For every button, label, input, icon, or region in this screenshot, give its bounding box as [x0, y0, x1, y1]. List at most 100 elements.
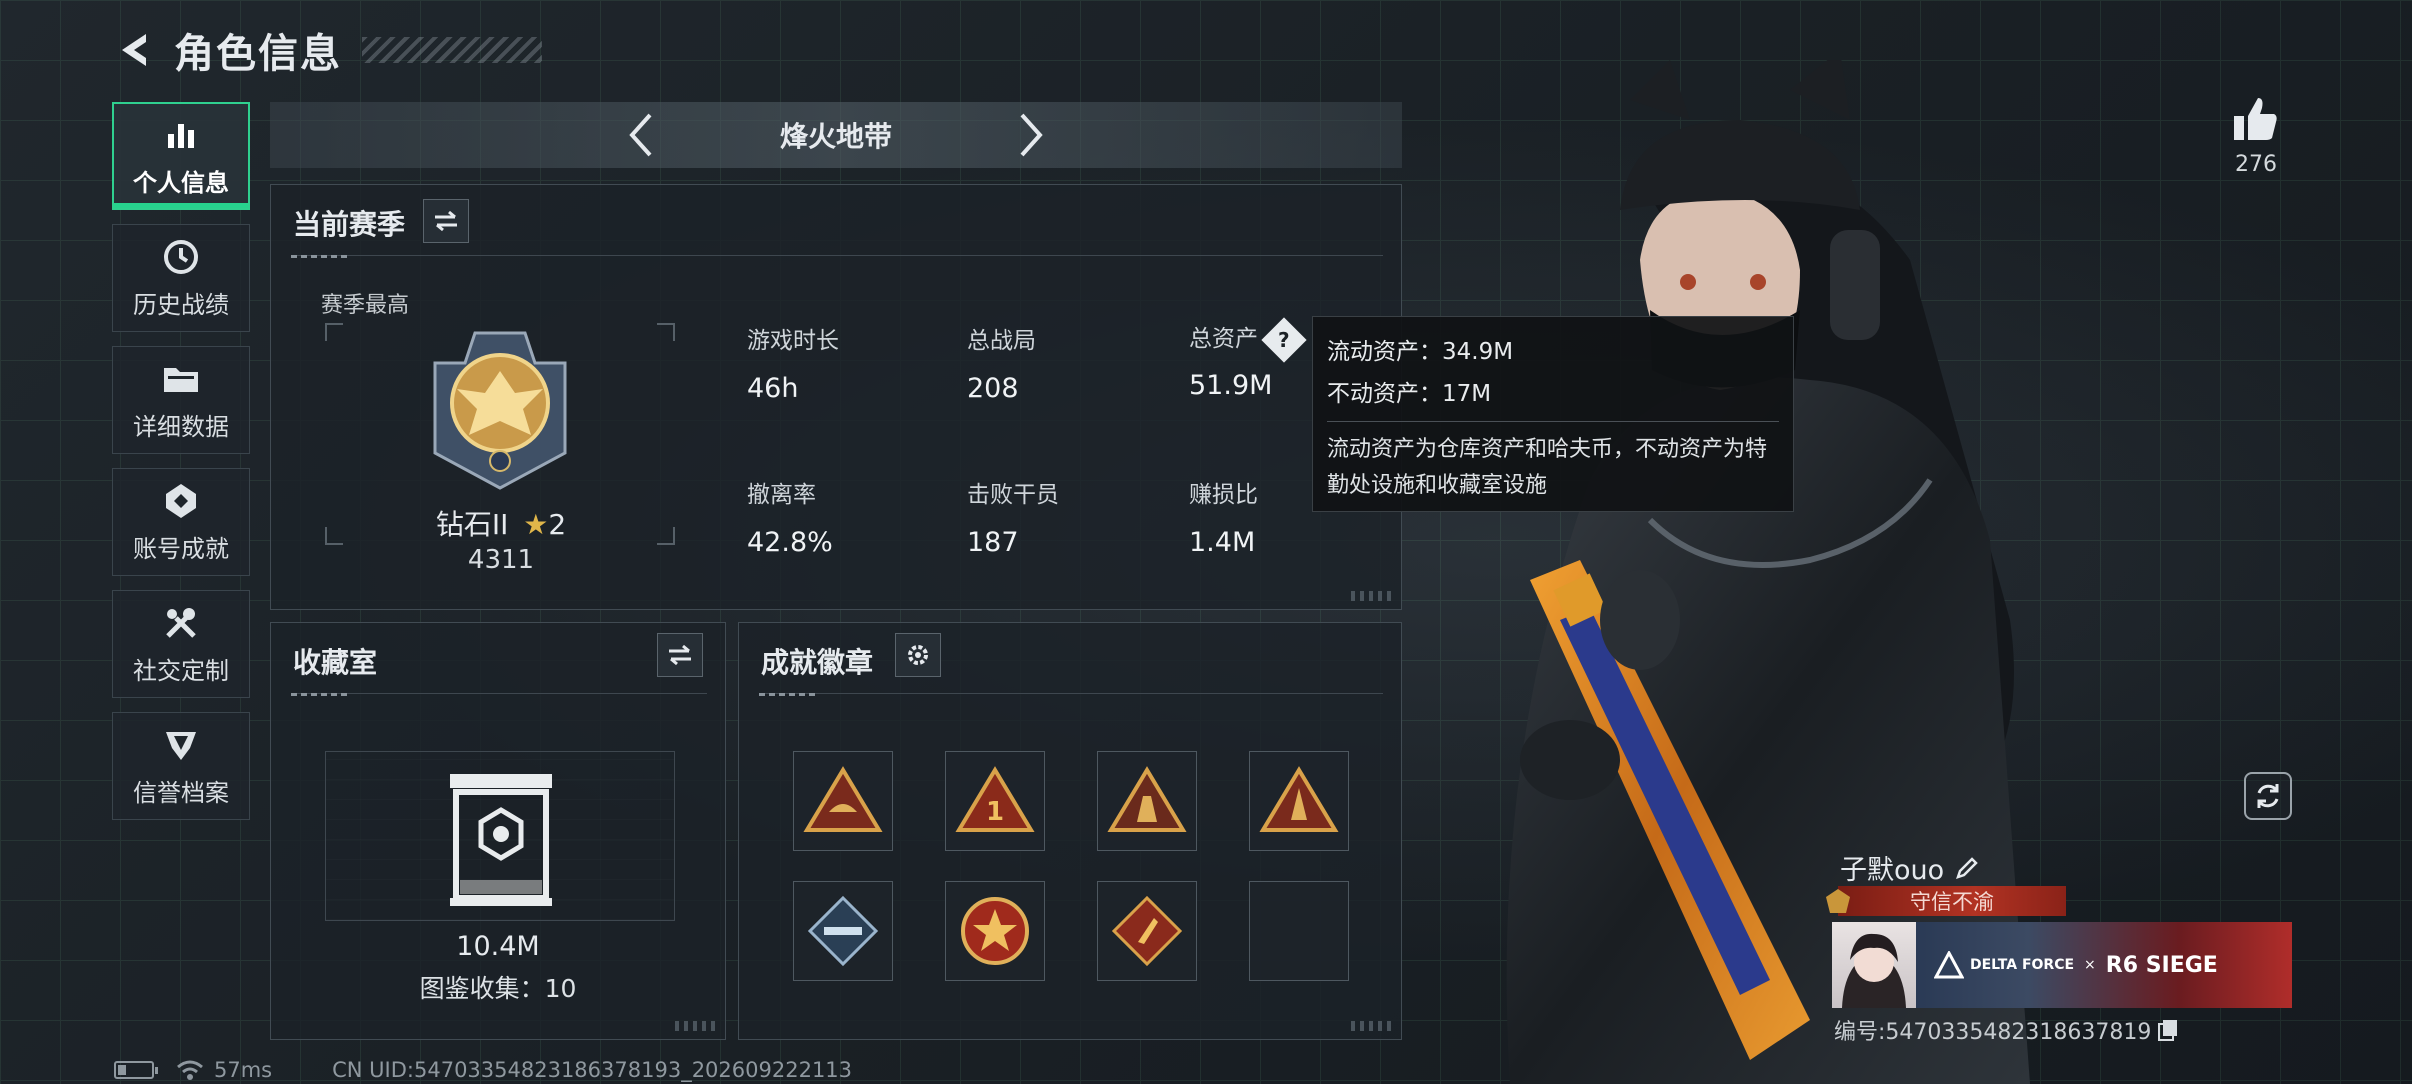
nav-social-custom[interactable]: 社交定制	[112, 590, 250, 698]
title-emblem-icon	[1826, 889, 1850, 913]
collection-switch-button[interactable]	[657, 633, 703, 677]
badge-5[interactable]	[793, 881, 893, 981]
collection-count: 图鉴收集：10	[419, 974, 577, 1003]
nav-achievements[interactable]: 账号成就	[112, 468, 250, 576]
wifi-icon	[177, 1060, 203, 1080]
like-count: 276	[2235, 152, 2277, 177]
refresh-icon	[2257, 784, 2279, 808]
stat-label: 游戏时长	[747, 328, 839, 354]
help-icon[interactable]: ?	[1261, 316, 1307, 363]
tooltip-description: 流动资产为仓库资产和哈夫币，不动资产为特勤处设施和收藏室设施	[1327, 437, 1768, 498]
player-name: 子默ouo	[1840, 855, 1945, 886]
star-badge-icon	[961, 897, 1029, 965]
badge-7[interactable]	[1097, 881, 1197, 981]
mode-next-button[interactable]	[1006, 110, 1056, 160]
like-button[interactable]: 276	[2226, 96, 2286, 177]
battery-icon	[114, 1061, 158, 1079]
stat-value: 42.8%	[747, 527, 833, 558]
tooltip-divider	[1327, 421, 1779, 422]
nav-detailed-data[interactable]: 详细数据	[112, 346, 250, 454]
stat-value: 51.9M	[1189, 369, 1273, 401]
season-title: 当前赛季	[293, 208, 406, 241]
stat-extraction-rate: 撤离率 42.8%	[747, 475, 833, 558]
gear-icon	[908, 645, 928, 665]
player-name-row: 子默ouo	[1840, 848, 1980, 887]
divider	[759, 693, 1383, 696]
stat-total-assets: 总资产? 51.9M	[1189, 316, 1307, 401]
folder-icon	[161, 359, 201, 399]
collection-title: 收藏室	[293, 646, 378, 679]
thumbs-up-icon	[2234, 98, 2277, 140]
asset-tooltip: 流动资产：34.9M 不动资产：17M 流动资产为仓库资产和哈夫币，不动资产为特…	[1312, 316, 1794, 512]
refresh-button[interactable]	[2244, 772, 2292, 820]
collection-cabinet-icon	[450, 774, 552, 906]
badge-3[interactable]	[1097, 751, 1197, 851]
mode-prev-button[interactable]	[616, 110, 666, 160]
collection-preview[interactable]	[325, 751, 675, 921]
badge-2[interactable]: 1	[945, 751, 1045, 851]
nav-label: 社交定制	[133, 656, 229, 685]
stat-operators-defeated: 击败干员 187	[967, 475, 1059, 558]
achievement-icon	[161, 481, 201, 521]
rank-name: 钻石II	[435, 508, 509, 541]
stat-label-text: 总资产	[1189, 326, 1258, 352]
banner-image: DELTA FORCE × R6 SIEGE	[1916, 922, 2292, 1008]
season-best-label: 赛季最高	[321, 293, 410, 318]
diamond-badge-icon	[1111, 895, 1183, 967]
badges-settings-button[interactable]	[895, 633, 941, 677]
panel-corner-decoration	[1351, 591, 1391, 601]
nav-reputation[interactable]: 信誉档案	[112, 712, 250, 820]
stat-play-time: 游戏时长 46h	[747, 321, 839, 404]
stat-value: 208	[967, 373, 1019, 404]
panel-corner-decoration	[1351, 1021, 1391, 1031]
player-uid: 编号:5470335482318637819	[1834, 1020, 2152, 1045]
page-title: 角色信息	[174, 31, 342, 77]
nav-personal-info[interactable]: 个人信息	[112, 102, 250, 210]
bar-chart-icon	[161, 115, 201, 155]
back-arrow-icon	[122, 34, 146, 66]
nav-label: 信誉档案	[133, 778, 229, 807]
collection-value: 10.4M	[456, 931, 540, 962]
badges-title: 成就徽章	[761, 646, 874, 679]
banner-collab: R6 SIEGE	[2105, 952, 2218, 978]
player-title-text: 守信不渝	[1910, 890, 1994, 914]
badge-6[interactable]	[945, 881, 1045, 981]
star-icon: ★	[523, 508, 549, 541]
back-button[interactable]	[112, 26, 160, 74]
collection-panel: 收藏室 10.4M 图鉴收集：10	[270, 622, 726, 1040]
badge-1[interactable]	[793, 751, 893, 851]
delta-force-logo-icon	[1934, 951, 1964, 979]
triangle-badge-icon	[1107, 766, 1187, 832]
status-bar: 57ms CN UID:54703354823186378193_2026092…	[114, 1058, 852, 1082]
copy-icon[interactable]	[2157, 1018, 2179, 1042]
stat-label: 赚损比	[1189, 482, 1258, 508]
player-banner[interactable]: DELTA FORCE × R6 SIEGE	[1832, 922, 2292, 1008]
tools-icon	[161, 603, 201, 643]
nav-history[interactable]: 历史战绩	[112, 224, 250, 332]
triangle-badge-icon: 1	[955, 766, 1035, 832]
mode-selector: 烽火地带	[270, 102, 1402, 168]
season-switch-button[interactable]	[423, 199, 469, 243]
rank-emblem-icon	[433, 331, 567, 490]
banner-brand: DELTA FORCE	[1970, 957, 2075, 973]
ping-value: 57ms	[214, 1058, 273, 1082]
chevron-right-icon	[1020, 113, 1043, 157]
chevron-left-icon	[629, 113, 652, 157]
mode-name: 烽火地带	[779, 120, 892, 153]
edit-pencil-icon[interactable]	[1954, 855, 1980, 881]
header: 角色信息	[112, 20, 542, 80]
stat-value: 1.4M	[1189, 527, 1256, 558]
stat-total-matches: 总战局 208	[967, 321, 1036, 404]
panel-corner-decoration	[675, 1021, 715, 1031]
history-clock-icon	[161, 237, 201, 277]
current-season-panel: 当前赛季 赛季最高 钻石II ★2 4311 游戏时长 46h 总战局 208 …	[270, 184, 1402, 610]
rank-name-row: 钻石II ★2	[271, 503, 731, 543]
tooltip-fixed-assets: 不动资产：17M	[1327, 381, 1492, 407]
badge-empty-slot[interactable]	[1249, 881, 1349, 981]
divider	[291, 693, 707, 696]
rank-score: 4311	[467, 545, 535, 575]
reputation-icon	[161, 725, 201, 765]
svg-text:1: 1	[986, 797, 1004, 827]
player-uid-row: 编号:5470335482318637819	[1834, 1014, 2179, 1046]
badge-4[interactable]	[1249, 751, 1349, 851]
